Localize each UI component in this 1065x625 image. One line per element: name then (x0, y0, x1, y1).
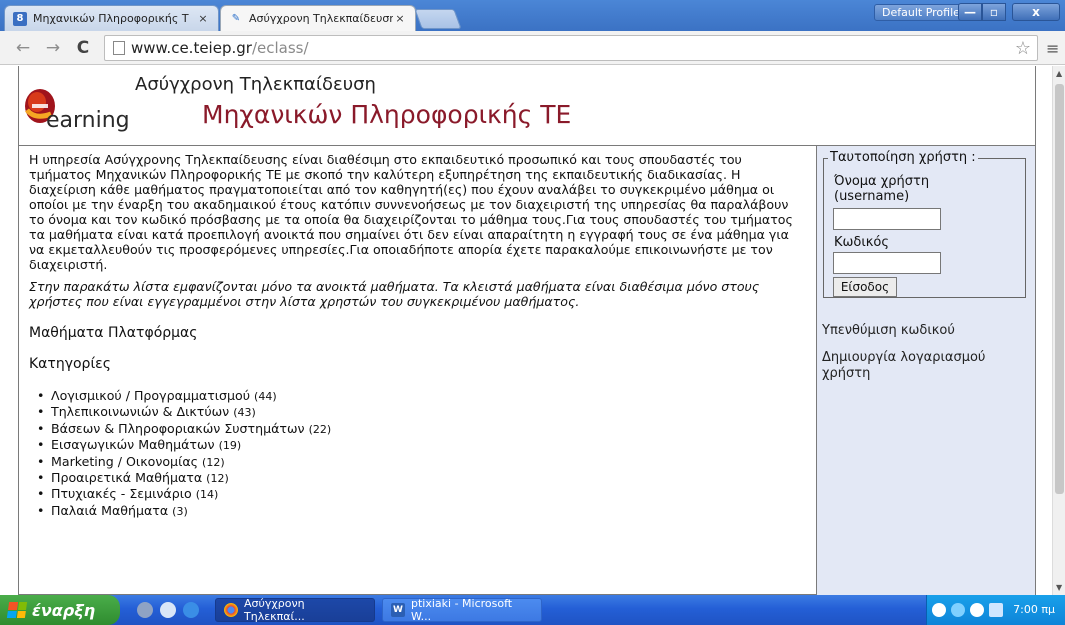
forward-button[interactable]: → (42, 38, 64, 58)
password-input[interactable] (833, 252, 941, 274)
volume-icon[interactable] (951, 603, 965, 617)
category-count: (14) (195, 488, 219, 502)
new-tab-button[interactable] (414, 9, 462, 29)
username-input[interactable] (833, 208, 941, 230)
network-icon[interactable] (989, 603, 1003, 617)
password-label: Κωδικός (834, 235, 890, 250)
eclass-favicon-icon: ✎ (231, 13, 241, 24)
forgot-password-link[interactable]: Υπενθύμιση κωδικού (822, 323, 1027, 339)
site-title: Μηχανικών Πληροφορικής ΤΕ (202, 100, 572, 129)
category-item[interactable]: Εισαγωγικών Μαθημάτων (19) (37, 437, 806, 453)
windows-logo-icon (6, 602, 28, 618)
login-sidebar: Ταυτοποίηση χρήστη : Όνομα χρήστη (usern… (816, 146, 1035, 595)
tab-asygxroni-tilekpaideusi[interactable]: ✎ Ασύγχρονη Τηλεκπαίδευση × (220, 5, 416, 31)
create-account-link[interactable]: Δημιουργία λογαριασμού χρήστη (822, 350, 1027, 382)
category-count: (12) (206, 472, 229, 486)
tab-close-icon[interactable]: × (196, 12, 210, 25)
info-icon[interactable] (970, 603, 984, 617)
eclass-page: earning Ασύγχρονη Τηλεκπαίδευση Μηχανικώ… (18, 66, 1036, 595)
tab-title: Ασύγχρονη Τηλεκπαίδευση (249, 12, 393, 25)
start-button[interactable]: έναρξη (0, 595, 120, 625)
quicklaunch-ie-icon[interactable] (137, 602, 153, 618)
address-bar[interactable]: www.ce.teiep.gr/eclass/ ☆ (104, 35, 1038, 61)
category-link[interactable]: Βάσεων & Πληροφοριακών Συστημάτων (51, 421, 305, 436)
browser-toolbar: ← → C www.ce.teiep.gr/eclass/ ☆ ≡ (0, 31, 1065, 65)
window-close-button[interactable]: x (1012, 3, 1060, 21)
main-content: Η υπηρεσία Ασύγχρονης Τηλεκπαίδευσης είν… (19, 146, 816, 595)
category-count: (19) (218, 439, 242, 453)
minimize-button[interactable]: — (958, 3, 982, 21)
categories-heading: Κατηγορίες (29, 356, 111, 372)
site-favicon-icon: 8 (13, 11, 27, 26)
bookmark-star-icon[interactable]: ☆ (1015, 38, 1031, 59)
login-fieldset: Ταυτοποίηση χρήστη : Όνομα χρήστη (usern… (823, 150, 1026, 298)
tab-close-icon[interactable]: × (393, 12, 407, 25)
taskbar-item-word[interactable]: W ptixiaki - Microsoft W... (382, 597, 542, 623)
logo-word: earning (46, 108, 130, 133)
page-viewport: earning Ασύγχρονη Τηλεκπαίδευση Μηχανικώ… (0, 66, 1052, 595)
tab-mixanikon-pliroforikis[interactable]: 8 Μηχανικών Πληροφορικής Τ × (4, 5, 219, 31)
category-item[interactable]: Προαιρετικά Μαθήματα (12) (37, 470, 806, 486)
chrome-menu-icon[interactable]: ≡ (1046, 39, 1060, 58)
open-courses-note: Στην παρακάτω λίστα εμφανίζονται μόνο τα… (29, 279, 760, 309)
category-item[interactable]: Τηλεπικοινωνιών & Δικτύων (43) (37, 404, 806, 420)
quicklaunch-browser-icon[interactable] (183, 602, 199, 618)
page-icon (113, 41, 125, 55)
url-host: www.ce.teiep.gr (131, 39, 252, 57)
system-tray: 7:00 πμ (926, 595, 1065, 625)
chrome-icon (224, 603, 238, 617)
category-link[interactable]: Εισαγωγικών Μαθημάτων (51, 437, 215, 452)
login-button[interactable]: Είσοδος (833, 277, 897, 297)
taskbar-item-chrome[interactable]: Ασύγχρονη Τηλεκπαί... (215, 597, 375, 623)
category-count: (44) (254, 390, 277, 403)
scroll-down-icon[interactable]: ▼ (1056, 583, 1062, 592)
task-label: Ασύγχρονη Τηλεκπαί... (244, 597, 305, 623)
url-path: /eclass/ (251, 39, 309, 57)
windows-taskbar: έναρξη Ασύγχρονη Τηλεκπαί... W ptixiaki … (0, 595, 1065, 625)
category-link[interactable]: Προαιρετικά Μαθήματα (51, 470, 202, 485)
platform-courses-heading: Μαθήματα Πλατφόρμας (29, 325, 198, 341)
intro-paragraph: Η υπηρεσία Ασύγχρονης Τηλεκπαίδευσης είν… (29, 152, 793, 272)
category-item[interactable]: Βάσεων & Πληροφοριακών Συστημάτων (22) (37, 421, 806, 437)
language-icon[interactable] (932, 603, 946, 617)
category-link[interactable]: Λογισμικού / Προγραμματισμού (51, 388, 250, 403)
site-header: earning Ασύγχρονη Τηλεκπαίδευση Μηχανικώ… (19, 66, 1035, 146)
category-count: (3) (172, 504, 188, 518)
browser-tab-strip: 8 Μηχανικών Πληροφορικής Τ × ✎ Ασύγχρονη… (0, 0, 1065, 31)
category-count: (22) (308, 422, 332, 436)
category-count: (12) (202, 455, 225, 469)
category-link[interactable]: Τηλεπικοινωνιών & Δικτύων (51, 404, 229, 419)
scrollbar-thumb[interactable] (1055, 84, 1064, 494)
category-item[interactable]: Marketing / Οικονομίας (12) (37, 454, 806, 470)
category-item[interactable]: Λογισμικού / Προγραμματισμού (44) (37, 388, 806, 404)
task-label: ptixiaki - Microsoft W... (411, 597, 513, 623)
site-subtitle: Ασύγχρονη Τηλεκπαίδευση (135, 74, 376, 95)
login-legend: Ταυτοποίηση χρήστη : (828, 150, 978, 165)
clock: 7:00 πμ (1013, 603, 1055, 616)
scroll-up-icon[interactable]: ▲ (1056, 69, 1062, 78)
maximize-button[interactable]: ▫ (982, 3, 1006, 21)
category-item[interactable]: Παλαιά Μαθήματα (3) (37, 503, 806, 519)
reload-button[interactable]: C (72, 38, 94, 58)
back-button[interactable]: ← (12, 38, 34, 58)
category-count: (43) (233, 406, 256, 420)
start-label: έναρξη (32, 600, 96, 620)
page-scrollbar[interactable]: ▲ ▼ (1052, 66, 1065, 595)
category-link[interactable]: Marketing / Οικονομίας (51, 454, 198, 469)
tab-title: Μηχανικών Πληροφορικής Τ (33, 12, 189, 25)
category-item[interactable]: Πτυχιακές - Σεμινάριο (14) (37, 486, 806, 502)
category-link[interactable]: Πτυχιακές - Σεμινάριο (51, 486, 192, 501)
username-label: Όνομα χρήστη (username) (834, 174, 930, 204)
word-icon: W (391, 603, 405, 617)
category-link[interactable]: Παλαιά Μαθήματα (51, 503, 168, 518)
category-list: Λογισμικού / Προγραμματισμού (44) Τηλεπι… (29, 388, 806, 519)
profile-button[interactable]: Default Profile (874, 4, 968, 21)
quicklaunch-media-icon[interactable] (160, 602, 176, 618)
